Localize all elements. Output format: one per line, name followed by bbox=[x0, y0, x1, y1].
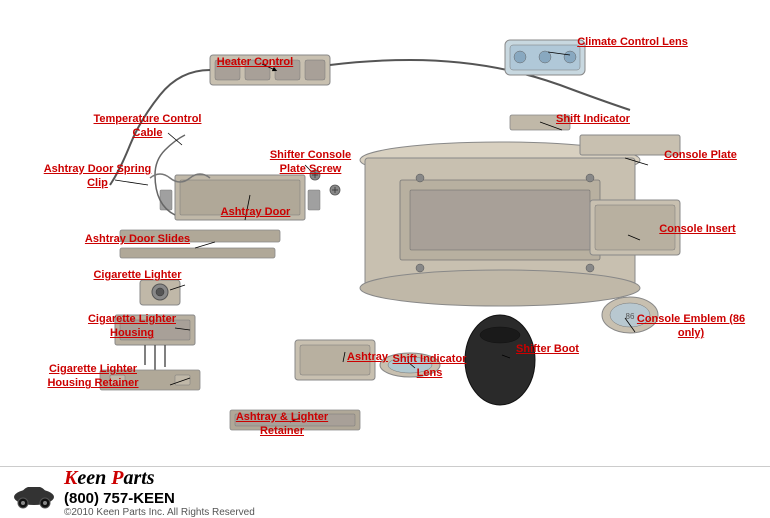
heater-control-label: Heater Control bbox=[200, 55, 310, 69]
console-plate-label: Console Plate bbox=[648, 148, 753, 162]
shift-indicator-lens-label: Shift Indicator Lens bbox=[382, 352, 477, 381]
ashtray-lighter-retainer-label: Ashtray & Lighter Retainer bbox=[228, 410, 336, 439]
footer-copyright: ©2010 Keen Parts Inc. All Rights Reserve… bbox=[64, 507, 760, 518]
shifter-console-plate-screw-label: Shifter Console Plate Screw bbox=[258, 148, 363, 177]
shift-indicator-label: Shift Indicator bbox=[538, 112, 648, 126]
console-insert-label: Console Insert bbox=[645, 222, 750, 236]
shifter-boot-label: Shifter Boot bbox=[505, 342, 590, 356]
car-icon bbox=[10, 475, 58, 510]
diagram-container: 86 bbox=[0, 0, 770, 518]
cigarette-lighter-label: Cigarette Lighter bbox=[85, 268, 190, 282]
cigarette-lighter-housing-retainer-label: Cigarette Lighter Housing Retainer bbox=[28, 362, 158, 391]
brand-logo: Keen Parts bbox=[64, 467, 760, 490]
ashtray-door-slides-label: Ashtray Door Slides bbox=[80, 232, 195, 246]
climate-control-lens-label: Climate Control Lens bbox=[570, 35, 695, 49]
console-emblem-label: Console Emblem (86 only) bbox=[632, 312, 750, 341]
footer: Keen Parts (800) 757-KEEN ©2010 Keen Par… bbox=[0, 466, 770, 518]
temperature-control-cable-label: Temperature Control Cable bbox=[90, 112, 205, 141]
ashtray-door-spring-clip-label: Ashtray Door Spring Clip bbox=[40, 162, 155, 191]
cigarette-lighter-housing-label: Cigarette Lighter Housing bbox=[72, 312, 192, 341]
ashtray-door-label: Ashtray Door bbox=[213, 205, 298, 219]
footer-phone: (800) 757-KEEN bbox=[64, 490, 760, 507]
